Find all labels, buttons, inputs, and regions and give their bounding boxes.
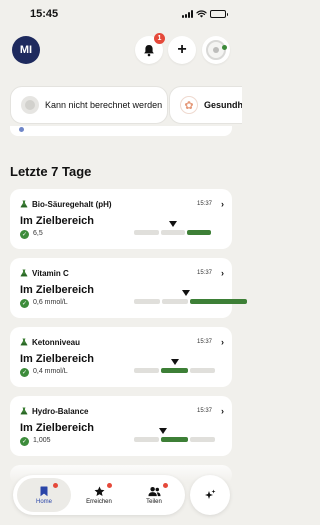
flower-icon: ✿ <box>180 96 198 114</box>
range-segment <box>162 299 188 304</box>
notifications-button[interactable]: 1 <box>135 33 165 64</box>
battery-icon <box>210 10 228 18</box>
card-title: Hydro-Balance <box>32 407 89 416</box>
notification-badge: 1 <box>154 33 165 44</box>
range-segment <box>134 437 159 442</box>
placeholder-circle-icon <box>21 96 39 114</box>
check-icon: ✓ <box>20 437 29 446</box>
range-segment <box>190 437 215 442</box>
tab-label: Home <box>35 498 52 505</box>
range-marker-icon <box>170 359 179 365</box>
range-segment <box>187 230 211 235</box>
card-status: Im Zielbereich <box>20 215 94 227</box>
card-time: 15:37 <box>196 339 212 345</box>
tab-notification-dot <box>107 483 112 488</box>
flask-icon <box>20 200 28 208</box>
card-time: 15:37 <box>196 201 212 207</box>
card-value: 1,005 <box>33 437 51 444</box>
sparkle-icon <box>205 489 216 499</box>
range-segment <box>134 368 159 373</box>
tab-achieve[interactable]: Erreichen <box>72 478 126 512</box>
card-title: Bio-Säuregehalt (pH) <box>32 200 112 209</box>
card-status: Im Zielbereich <box>20 353 94 365</box>
section-title: Letzte 7 Tage <box>10 164 92 179</box>
card-status: Im Zielbereich <box>20 284 94 296</box>
ai-assistant-button[interactable] <box>190 475 230 515</box>
device-status-button[interactable] <box>202 36 230 64</box>
range-segment <box>190 299 247 304</box>
device-ring-icon <box>206 40 227 60</box>
chevron-right-icon: › <box>221 337 224 347</box>
people-icon <box>147 486 161 496</box>
tab-home[interactable]: Home <box>17 478 71 512</box>
range-segment <box>134 230 159 235</box>
tab-label: Erreichen <box>86 498 112 505</box>
measurement-card-ketone[interactable]: Ketonniveau 15:37 › Im Zielbereich ✓ 0,4 mmol… <box>10 327 232 387</box>
card-value: 6,5 <box>33 230 43 237</box>
card-time: 15:37 <box>196 408 212 414</box>
tab-bar: Home Erreichen Teilen <box>13 475 185 515</box>
card-title: Vitamin C <box>32 269 69 278</box>
star-icon <box>94 486 104 496</box>
chip-label: Gesundheit <box>204 100 242 110</box>
avatar[interactable]: MI <box>12 36 40 64</box>
status-icons <box>182 10 228 18</box>
tab-share[interactable]: Teilen <box>127 478 181 512</box>
card-title: Ketonniveau <box>32 338 81 347</box>
tab-notification-dot <box>163 483 168 488</box>
status-time: 15:45 <box>30 8 59 20</box>
chevron-right-icon: › <box>221 268 224 278</box>
chevron-right-icon: › <box>221 406 224 416</box>
measurement-card-vitamin-c[interactable]: Vitamin C 15:37 › Im Zielbereich ✓ 0,6 mmol/L <box>10 258 247 318</box>
card-value: 0,4 mmol/L <box>33 368 68 375</box>
flask-icon <box>20 338 28 346</box>
range-segment <box>161 437 188 442</box>
range-segment <box>134 299 160 304</box>
bookmark-icon <box>40 486 48 496</box>
range-segment <box>190 368 215 373</box>
range-segment <box>161 368 188 373</box>
flask-icon <box>20 269 28 277</box>
chip-health[interactable]: ✿ Gesundheit <box>169 86 242 124</box>
wifi-icon <box>196 10 207 18</box>
range-marker-icon <box>182 290 190 296</box>
status-bar: 15:45 <box>0 0 242 28</box>
cellular-signal-icon <box>182 10 193 18</box>
peek-dot-icon <box>19 127 24 132</box>
header: MI 1 + <box>0 33 242 66</box>
check-icon: ✓ <box>20 368 29 377</box>
chip-label: Kann nicht berechnet werden <box>45 100 163 110</box>
chip-cannot-calculate[interactable]: Kann nicht berechnet werden <box>10 86 168 124</box>
flask-icon <box>20 407 28 415</box>
card-status: Im Zielbereich <box>20 422 94 434</box>
tab-notification-dot <box>53 483 58 488</box>
range-marker-icon <box>168 221 177 227</box>
measurement-card-ph[interactable]: Bio-Säuregehalt (pH) 15:37 › Im Zielbereich… <box>10 189 232 249</box>
range-marker-icon <box>159 428 168 434</box>
add-button[interactable]: + <box>168 36 196 64</box>
check-icon: ✓ <box>20 230 29 239</box>
range-segment <box>161 230 185 235</box>
chevron-right-icon: › <box>221 199 224 209</box>
bell-icon <box>144 44 154 56</box>
plus-icon: + <box>177 41 187 58</box>
insight-chips: Kann nicht berechnet werden ✿ Gesundheit <box>0 86 242 124</box>
card-value: 0,6 mmol/L <box>33 299 68 306</box>
card-time: 15:37 <box>196 270 212 276</box>
check-icon: ✓ <box>20 299 29 308</box>
measurement-card-hydro-balance[interactable]: Hydro-Balance 15:37 › Im Zielbereich ✓ 1,005 <box>10 396 232 456</box>
previous-card-peek <box>10 126 232 136</box>
tab-label: Teilen <box>146 498 162 505</box>
